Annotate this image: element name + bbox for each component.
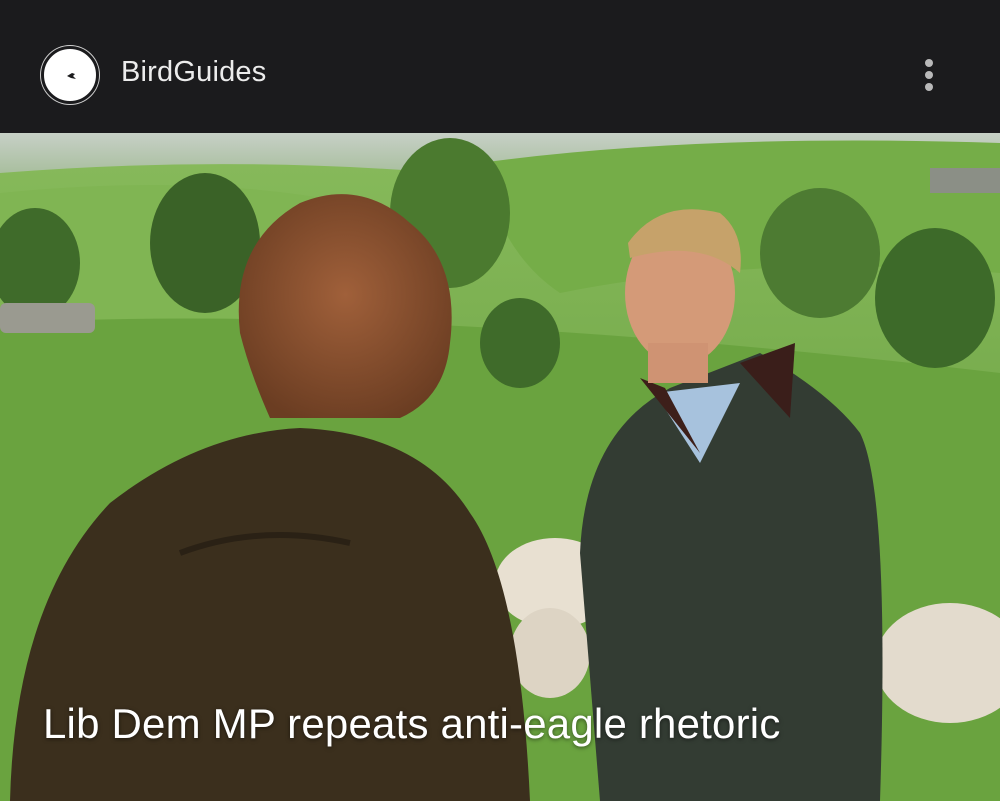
article-hero-image[interactable]: Lib Dem MP repeats anti-eagle rhetoric [0, 133, 1000, 801]
app-bar: BirdGuides [0, 0, 1000, 133]
more-vert-icon[interactable] [908, 52, 950, 98]
article-headline[interactable]: Lib Dem MP repeats anti-eagle rhetoric [43, 700, 781, 748]
app-title: BirdGuides [121, 56, 267, 88]
bird-logo-icon[interactable] [41, 46, 99, 104]
